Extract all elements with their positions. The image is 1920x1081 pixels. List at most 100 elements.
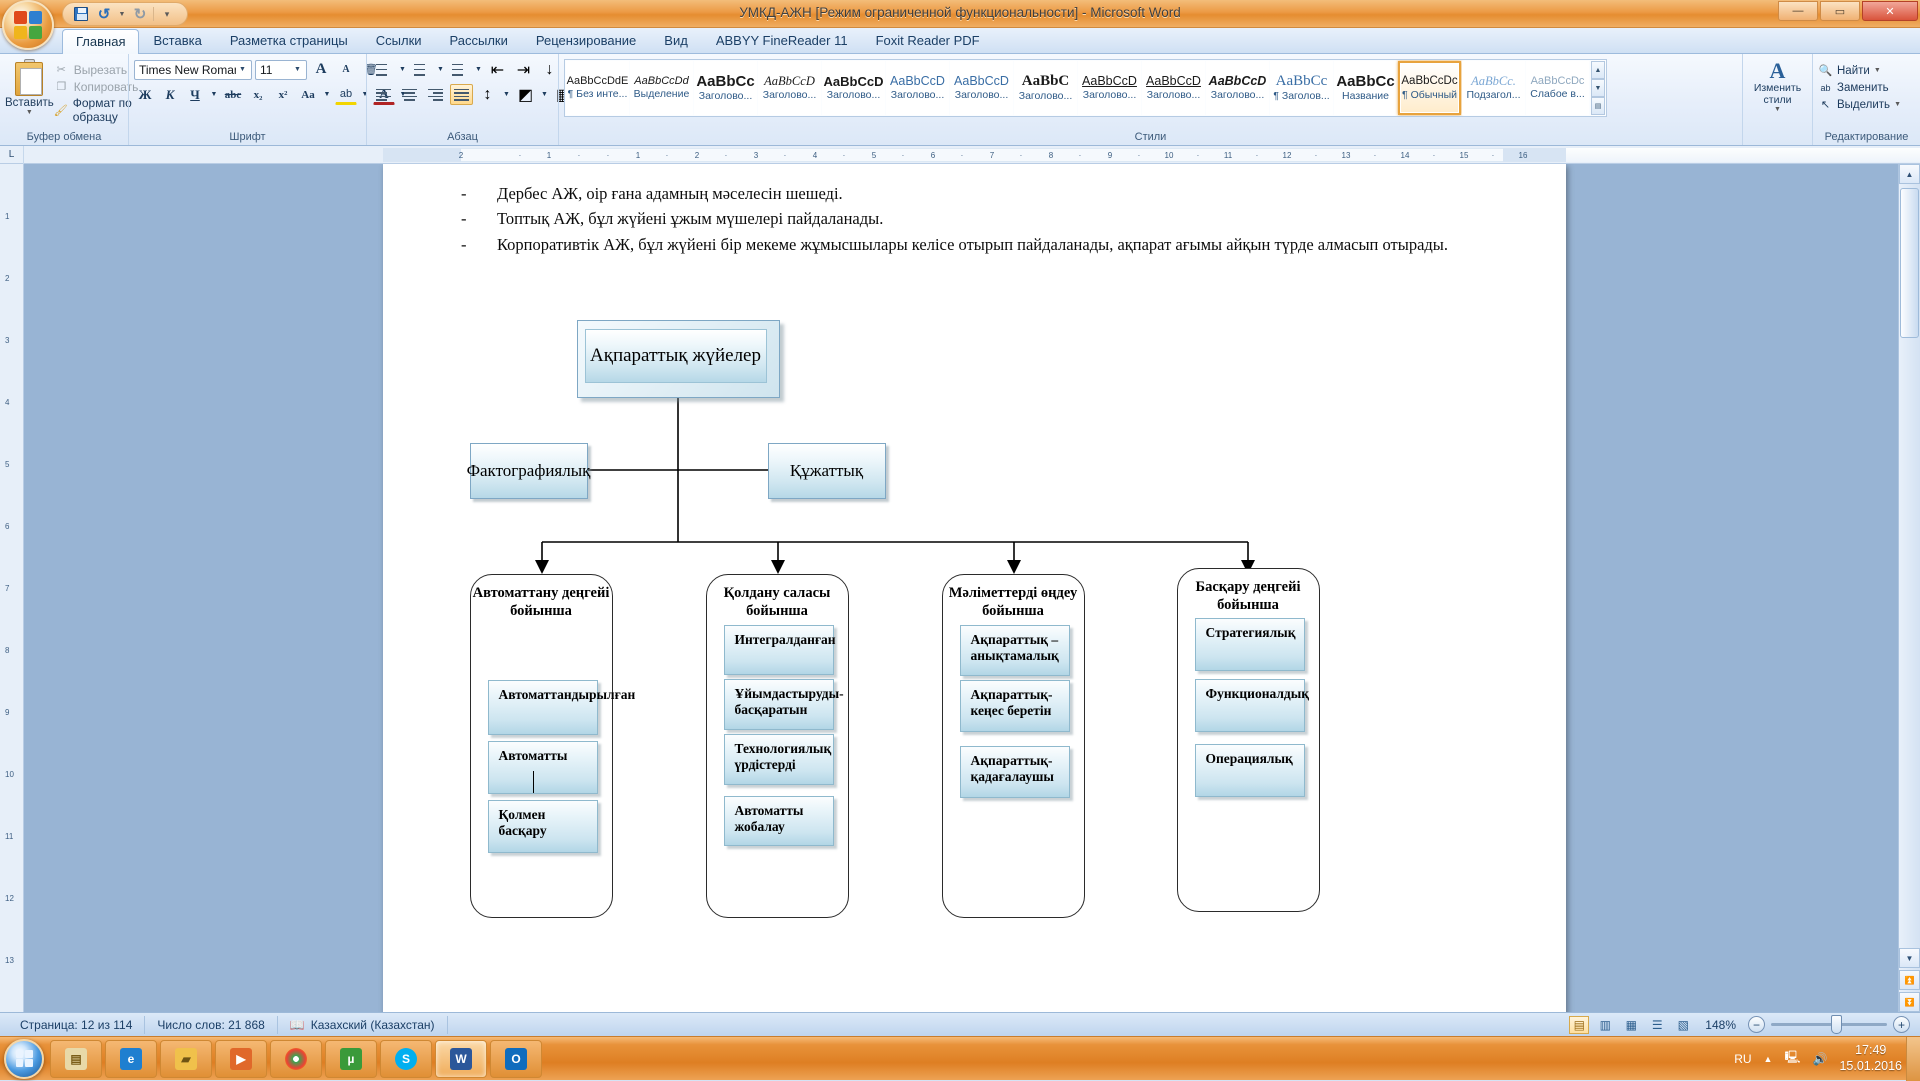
undo-dropdown-icon[interactable]: ▼ bbox=[117, 5, 127, 23]
strikethrough-button[interactable]: abc bbox=[222, 84, 244, 105]
paste-dropdown-icon[interactable]: ▼ bbox=[26, 109, 33, 116]
print-layout-view-icon[interactable]: ▤ bbox=[1569, 1016, 1589, 1034]
superscript-button[interactable]: x² bbox=[272, 84, 294, 105]
taskbar-item-internet-explorer[interactable]: e bbox=[105, 1040, 157, 1078]
page-indicator[interactable]: Страница: 12 из 114 bbox=[8, 1016, 145, 1034]
shrink-font-button[interactable]: A bbox=[335, 59, 357, 80]
zoom-slider-thumb[interactable] bbox=[1831, 1015, 1842, 1034]
replace-button[interactable]: ab Заменить bbox=[1818, 80, 1889, 95]
office-button[interactable] bbox=[2, 0, 54, 50]
start-button[interactable] bbox=[4, 1039, 44, 1079]
taskbar-item-media-player[interactable]: ▶ bbox=[215, 1040, 267, 1078]
style-item[interactable]: AaBbCc ¶ Заголов... bbox=[1270, 61, 1333, 115]
taskbar-item-folder[interactable]: ▰ bbox=[160, 1040, 212, 1078]
diagram-node-factographic[interactable]: Фактографиялық bbox=[470, 443, 588, 499]
style-item[interactable]: AaBbCcD Заголово... bbox=[1078, 61, 1141, 115]
classification-diagram[interactable]: Ақпараттық жүйелер Фактографиялық Құжатт… bbox=[470, 310, 1480, 930]
taskbar-item-word[interactable]: W bbox=[435, 1040, 487, 1078]
styles-gallery[interactable]: AaBbCcDdE ¶ Без инте... AaBbCcDd Выделен… bbox=[564, 59, 1607, 117]
style-item[interactable]: AaBbCcD Заголово... bbox=[886, 61, 949, 115]
format-painter-button[interactable]: 🖌 Формат по образцу bbox=[54, 96, 139, 124]
taskbar-item-outlook[interactable]: O bbox=[490, 1040, 542, 1078]
panel-item[interactable]: Автоматты bbox=[488, 741, 598, 794]
draft-view-icon[interactable]: ▧ bbox=[1673, 1016, 1693, 1034]
horizontal-ruler[interactable]: 2·1 ··1 ·2· 3·4 ·5· 6·7 ·8· 9·10 ·11· 12… bbox=[383, 148, 1920, 162]
diagram-panel-management-level[interactable]: Басқару деңгейі бойынша Стратегиялық Фун… bbox=[1177, 568, 1320, 912]
gallery-scroll-up-icon[interactable]: ▲ bbox=[1591, 61, 1605, 79]
word-count[interactable]: Число слов: 21 868 bbox=[145, 1016, 277, 1034]
panel-item[interactable]: Қолмен басқару bbox=[488, 800, 598, 853]
zoom-in-button[interactable]: + bbox=[1893, 1016, 1910, 1033]
tray-language-indicator[interactable]: RU bbox=[1734, 1052, 1751, 1066]
cut-button[interactable]: ✂ Вырезать bbox=[54, 62, 139, 77]
tab-page-layout[interactable]: Разметка страницы bbox=[216, 28, 362, 53]
panel-item[interactable]: Стратегиялық bbox=[1195, 618, 1305, 671]
find-button[interactable]: 🔍 Найти ▼ bbox=[1818, 63, 1881, 78]
diagram-panel-application-area[interactable]: Қолдану саласы бойынша Интегралданған Ұй… bbox=[706, 574, 849, 918]
customize-qat-icon[interactable]: ▾ bbox=[157, 5, 177, 23]
gallery-scroll-down-icon[interactable]: ▼ bbox=[1591, 79, 1605, 97]
bold-button[interactable]: Ж bbox=[134, 84, 156, 105]
bullet-dropdown-icon[interactable]: ▼ bbox=[398, 59, 407, 80]
save-icon[interactable] bbox=[71, 5, 91, 23]
zoom-out-button[interactable]: − bbox=[1748, 1016, 1765, 1033]
next-page-icon[interactable]: ⏬ bbox=[1899, 992, 1920, 1012]
bullet-list-icon[interactable] bbox=[372, 59, 395, 80]
tab-home[interactable]: Главная bbox=[62, 29, 139, 54]
show-hidden-icons-icon[interactable]: ▲ bbox=[1764, 1054, 1773, 1064]
scroll-thumb[interactable] bbox=[1900, 188, 1919, 338]
line-spacing-icon[interactable]: ↕ bbox=[476, 84, 499, 105]
style-item[interactable]: AaBbCcDc Слабое в... bbox=[1526, 61, 1589, 115]
tab-insert[interactable]: Вставка bbox=[139, 28, 215, 53]
numbered-dropdown-icon[interactable]: ▼ bbox=[436, 59, 445, 80]
panel-item[interactable]: Операциялық bbox=[1195, 744, 1305, 797]
style-item[interactable]: AaBbCcD Заголово... bbox=[758, 61, 821, 115]
minimize-button[interactable]: — bbox=[1778, 1, 1818, 21]
tab-abbyy-finereader[interactable]: ABBYY FineReader 11 bbox=[702, 28, 862, 53]
panel-item[interactable]: Автоматтандырылған bbox=[488, 680, 598, 735]
undo-icon[interactable]: ↺ bbox=[94, 5, 114, 23]
diagram-node-documentary[interactable]: Құжаттық bbox=[768, 443, 886, 499]
maximize-button[interactable]: ▭ bbox=[1820, 1, 1860, 21]
font-size-combo[interactable]: 11 ▼ bbox=[255, 60, 307, 80]
taskbar-item-skype[interactable]: S bbox=[380, 1040, 432, 1078]
underline-dropdown-icon[interactable]: ▼ bbox=[209, 84, 219, 105]
zoom-slider[interactable] bbox=[1771, 1023, 1887, 1026]
paste-button[interactable]: Вставить ▼ bbox=[5, 59, 54, 116]
multilevel-dropdown-icon[interactable]: ▼ bbox=[474, 59, 483, 80]
zoom-level[interactable]: 148% bbox=[1699, 1018, 1742, 1032]
scroll-up-icon[interactable]: ▲ bbox=[1899, 164, 1920, 184]
tab-foxit-reader-pdf[interactable]: Foxit Reader PDF bbox=[862, 28, 994, 53]
panel-item[interactable]: Ұйымдастыруды-басқаратын bbox=[724, 679, 834, 730]
taskbar-item-utorrent[interactable]: µ bbox=[325, 1040, 377, 1078]
show-desktop-button[interactable] bbox=[1906, 1037, 1920, 1081]
tab-references[interactable]: Ссылки bbox=[362, 28, 436, 53]
taskbar-item-chrome[interactable] bbox=[270, 1040, 322, 1078]
justify-icon[interactable] bbox=[450, 84, 473, 105]
italic-button[interactable]: К bbox=[159, 84, 181, 105]
underline-button[interactable]: Ч bbox=[184, 84, 206, 105]
style-item[interactable]: AaBbC Заголово... bbox=[1014, 61, 1077, 115]
line-spacing-dropdown-icon[interactable]: ▼ bbox=[502, 84, 511, 105]
panel-item[interactable]: Автоматты жобалау bbox=[724, 796, 834, 846]
styles-gallery-scrollbar[interactable]: ▲ ▼ ▤ bbox=[1591, 61, 1605, 115]
vertical-scrollbar[interactable]: ▲ ▼ ⏫ ⏬ bbox=[1898, 164, 1920, 1012]
grow-font-button[interactable]: A bbox=[310, 59, 332, 80]
diagram-panel-automation-level[interactable]: Автоматтану деңгейі бойынша Автоматтанды… bbox=[470, 574, 613, 918]
document-text[interactable]: - Дербес АЖ, оір ғана адамның мәселесін … bbox=[383, 164, 1566, 256]
diagram-panel-data-processing[interactable]: Мәліметтерді өңдеу бойынша Ақпараттық – … bbox=[942, 574, 1085, 918]
shading-icon[interactable]: ◩ bbox=[514, 84, 537, 105]
redo-icon[interactable]: ↻ bbox=[130, 5, 150, 23]
multilevel-list-icon[interactable] bbox=[448, 59, 471, 80]
decrease-indent-icon[interactable]: ⇤ bbox=[486, 59, 509, 80]
document-page[interactable]: - Дербес АЖ, оір ғана адамның мәселесін … bbox=[383, 164, 1566, 1012]
change-styles-dropdown-icon[interactable]: ▼ bbox=[1774, 106, 1781, 114]
panel-item[interactable]: Функционалдық bbox=[1195, 679, 1305, 732]
align-left-icon[interactable] bbox=[372, 84, 395, 105]
style-item[interactable]: AaBbCcD Заголово... bbox=[1142, 61, 1205, 115]
full-screen-reading-icon[interactable]: ▥ bbox=[1595, 1016, 1615, 1034]
panel-item[interactable]: Технологиялық үрдістерді bbox=[724, 734, 834, 785]
numbered-list-icon[interactable] bbox=[410, 59, 433, 80]
subscript-button[interactable]: x₂ bbox=[247, 84, 269, 105]
style-item[interactable]: AaBbCcD Заголово... bbox=[1206, 61, 1269, 115]
